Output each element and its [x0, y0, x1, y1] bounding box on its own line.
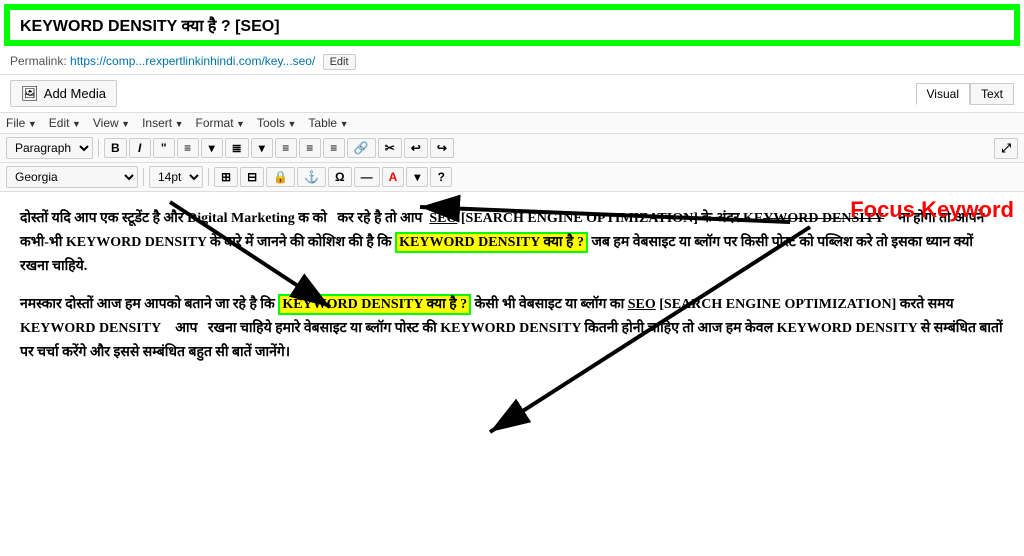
menu-bar: File Edit View Insert Format Tools Table — [0, 113, 1024, 134]
fullscreen-button[interactable]: ⤢ — [994, 138, 1018, 159]
ol-button[interactable]: ≣ — [225, 138, 249, 158]
title-wrapper — [4, 4, 1020, 46]
separator1 — [98, 139, 99, 157]
tab-visual[interactable]: Visual — [916, 83, 970, 105]
permalink-bar: Permalink: https://comp...rexpertlinkinh… — [0, 50, 1024, 75]
paragraph-1: दोस्तों यदि आप एक स्टूडेंट है और Digital… — [20, 207, 1004, 278]
menu-table[interactable]: Table — [308, 116, 348, 130]
ul-dropdown[interactable]: ▾ — [201, 138, 223, 158]
visual-text-tab-group: Visual Text — [916, 83, 1014, 105]
font-size-select[interactable]: 14pt 12pt 16pt 18pt — [149, 166, 203, 188]
quote-button[interactable]: " — [153, 138, 175, 158]
menu-insert[interactable]: Insert — [142, 116, 183, 130]
highlight-2: KEYWORD DENSITY क्या है ? — [278, 294, 471, 315]
hr-btn[interactable]: — — [354, 167, 380, 187]
add-media-button[interactable]: 🖼 Add Media — [10, 80, 117, 107]
redo-button[interactable]: ↪ — [430, 138, 454, 158]
align-left-button[interactable]: ≡ — [275, 138, 297, 158]
menu-tools[interactable]: Tools — [257, 116, 296, 130]
add-media-icon: 🖼 — [21, 85, 39, 102]
ul-button[interactable]: ≡ — [177, 138, 199, 158]
font-color-btn[interactable]: A — [382, 167, 405, 187]
bold-button[interactable]: B — [104, 138, 127, 158]
unlink-button[interactable]: ✂ — [378, 138, 402, 158]
tab-text[interactable]: Text — [970, 83, 1014, 105]
menu-view[interactable]: View — [93, 116, 130, 130]
lock-btn[interactable]: 🔒 — [266, 167, 295, 187]
anchor-btn[interactable]: ⚓ — [297, 167, 326, 187]
permalink-url[interactable]: https://comp...rexpertlinkinhindi.com/ke… — [70, 54, 315, 68]
indent-btn[interactable]: ⊞ — [214, 167, 238, 187]
help-btn[interactable]: ? — [430, 167, 452, 187]
content-area[interactable]: दोस्तों यदि आप एक स्टूडेंट है और Digital… — [0, 192, 1024, 556]
add-media-label: Add Media — [44, 86, 106, 101]
outdent-btn[interactable]: ⊟ — [240, 167, 264, 187]
font-color-dropdown[interactable]: ▾ — [406, 167, 428, 187]
ol-dropdown[interactable]: ▾ — [251, 138, 273, 158]
link-button[interactable]: 🔗 — [347, 138, 376, 158]
post-title-input[interactable] — [7, 7, 1017, 43]
align-center-button[interactable]: ≡ — [299, 138, 321, 158]
separator2 — [143, 168, 144, 186]
menu-format[interactable]: Format — [196, 116, 245, 130]
permalink-edit-button[interactable]: Edit — [323, 54, 356, 70]
menu-file[interactable]: File — [6, 116, 37, 130]
separator3 — [208, 168, 209, 186]
para2-start: नमस्कार दोस्तों आज हम आपको बताने जा रहे … — [20, 297, 275, 312]
content-text: दोस्तों यदि आप एक स्टूडेंट है और Digital… — [20, 207, 1004, 365]
font-family-select[interactable]: Georgia Arial Times New Roman — [6, 166, 138, 188]
editor-container: Permalink: https://comp...rexpertlinkinh… — [0, 0, 1024, 556]
menu-edit[interactable]: Edit — [49, 116, 81, 130]
special-char-btn[interactable]: Ω — [328, 167, 352, 187]
paragraph-2: नमस्कार दोस्तों आज हम आपको बताने जा रहे … — [20, 293, 1004, 364]
undo-button[interactable]: ↩ — [404, 138, 428, 158]
align-right-button[interactable]: ≡ — [323, 138, 345, 158]
highlight-1: KEYWORD DENSITY क्या है ? — [395, 232, 588, 253]
italic-button[interactable]: I — [129, 138, 151, 158]
permalink-label: Permalink: — [10, 54, 67, 68]
toolbar-row1: Paragraph Heading 1 Heading 2 B I " ≡ ▾ … — [0, 134, 1024, 163]
toolbar-row2: Georgia Arial Times New Roman 14pt 12pt … — [0, 163, 1024, 192]
paragraph-select[interactable]: Paragraph Heading 1 Heading 2 — [6, 137, 93, 159]
